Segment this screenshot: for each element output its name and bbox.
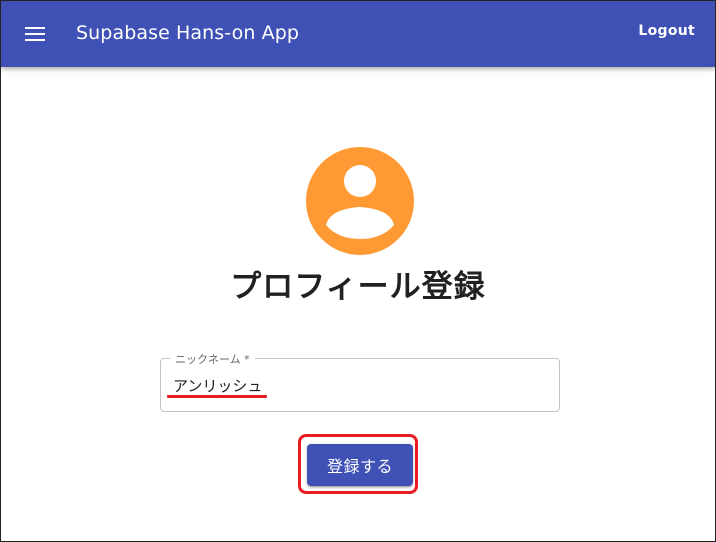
app-frame: Supabase Hans-on App Logout プロフィール登録 ニック…: [0, 0, 716, 542]
hamburger-menu-icon: [25, 27, 45, 41]
register-button[interactable]: 登録する: [307, 444, 413, 486]
account-circle-icon: [306, 147, 414, 255]
app-title: Supabase Hans-on App: [76, 22, 300, 44]
nickname-field: ニックネーム *: [160, 351, 560, 412]
nickname-label: ニックネーム *: [170, 351, 255, 367]
menu-button[interactable]: [15, 14, 55, 54]
app-bar: Supabase Hans-on App Logout: [1, 1, 715, 67]
annotation-underline: [167, 395, 267, 398]
logout-button[interactable]: Logout: [638, 23, 695, 39]
page-title: プロフィール登録: [230, 269, 486, 305]
